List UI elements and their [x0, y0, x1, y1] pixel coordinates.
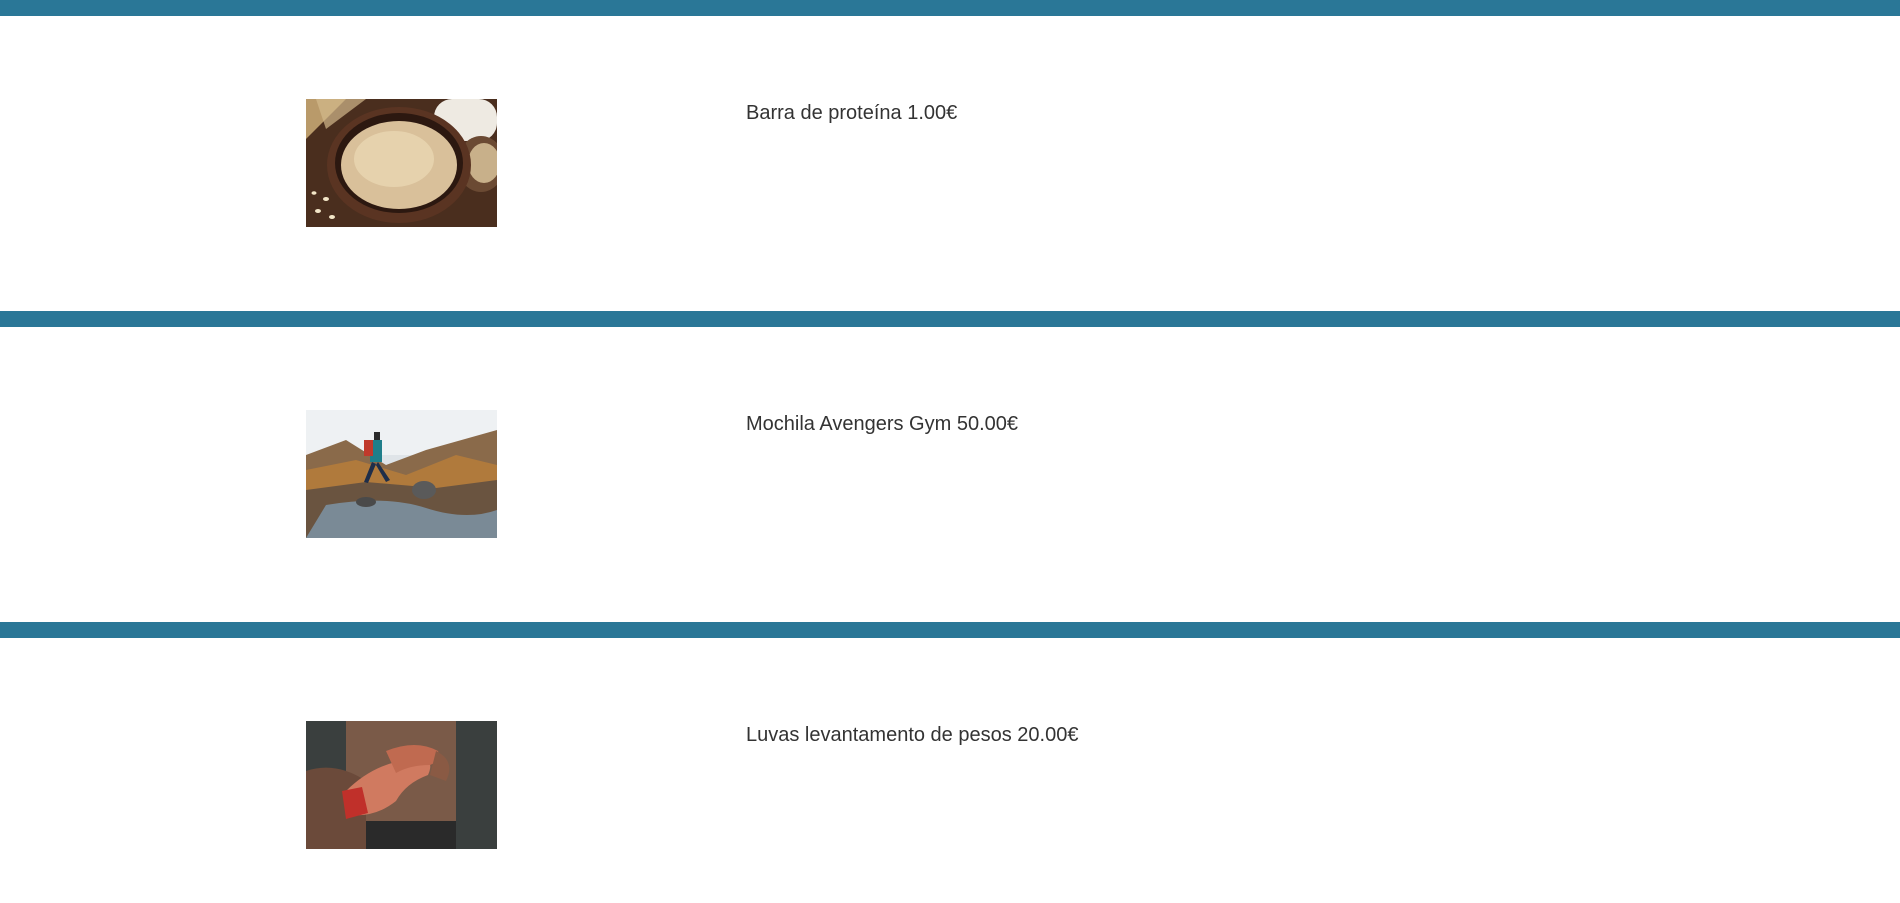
product-label: Barra de proteína 1.00€	[746, 102, 957, 125]
divider-bar	[0, 0, 1900, 16]
divider-bar	[0, 622, 1900, 638]
product-row: Luvas levantamento de pesos 20.00€	[0, 638, 1900, 903]
oats-bowl-image[interactable]	[306, 99, 497, 227]
product-price: 20.00€	[1017, 724, 1079, 746]
product-list: Barra de proteína 1.00€ Mochila Avengers…	[0, 0, 1900, 903]
hiker-backpack-image[interactable]	[306, 410, 497, 538]
divider-bar	[0, 311, 1900, 327]
product-name: Barra de proteína	[746, 102, 902, 124]
product-label: Luvas levantamento de pesos 20.00€	[746, 724, 1078, 747]
product-name: Luvas levantamento de pesos	[746, 724, 1012, 746]
product-label: Mochila Avengers Gym 50.00€	[746, 413, 1018, 436]
product-price: 50.00€	[956, 413, 1019, 435]
product-name: Mochila Avengers Gym	[746, 413, 952, 435]
product-row: Mochila Avengers Gym 50.00€	[0, 327, 1900, 622]
product-price: 1.00€	[907, 102, 958, 124]
product-row: Barra de proteína 1.00€	[0, 16, 1900, 311]
boxer-hand-wraps-image[interactable]	[306, 721, 497, 849]
